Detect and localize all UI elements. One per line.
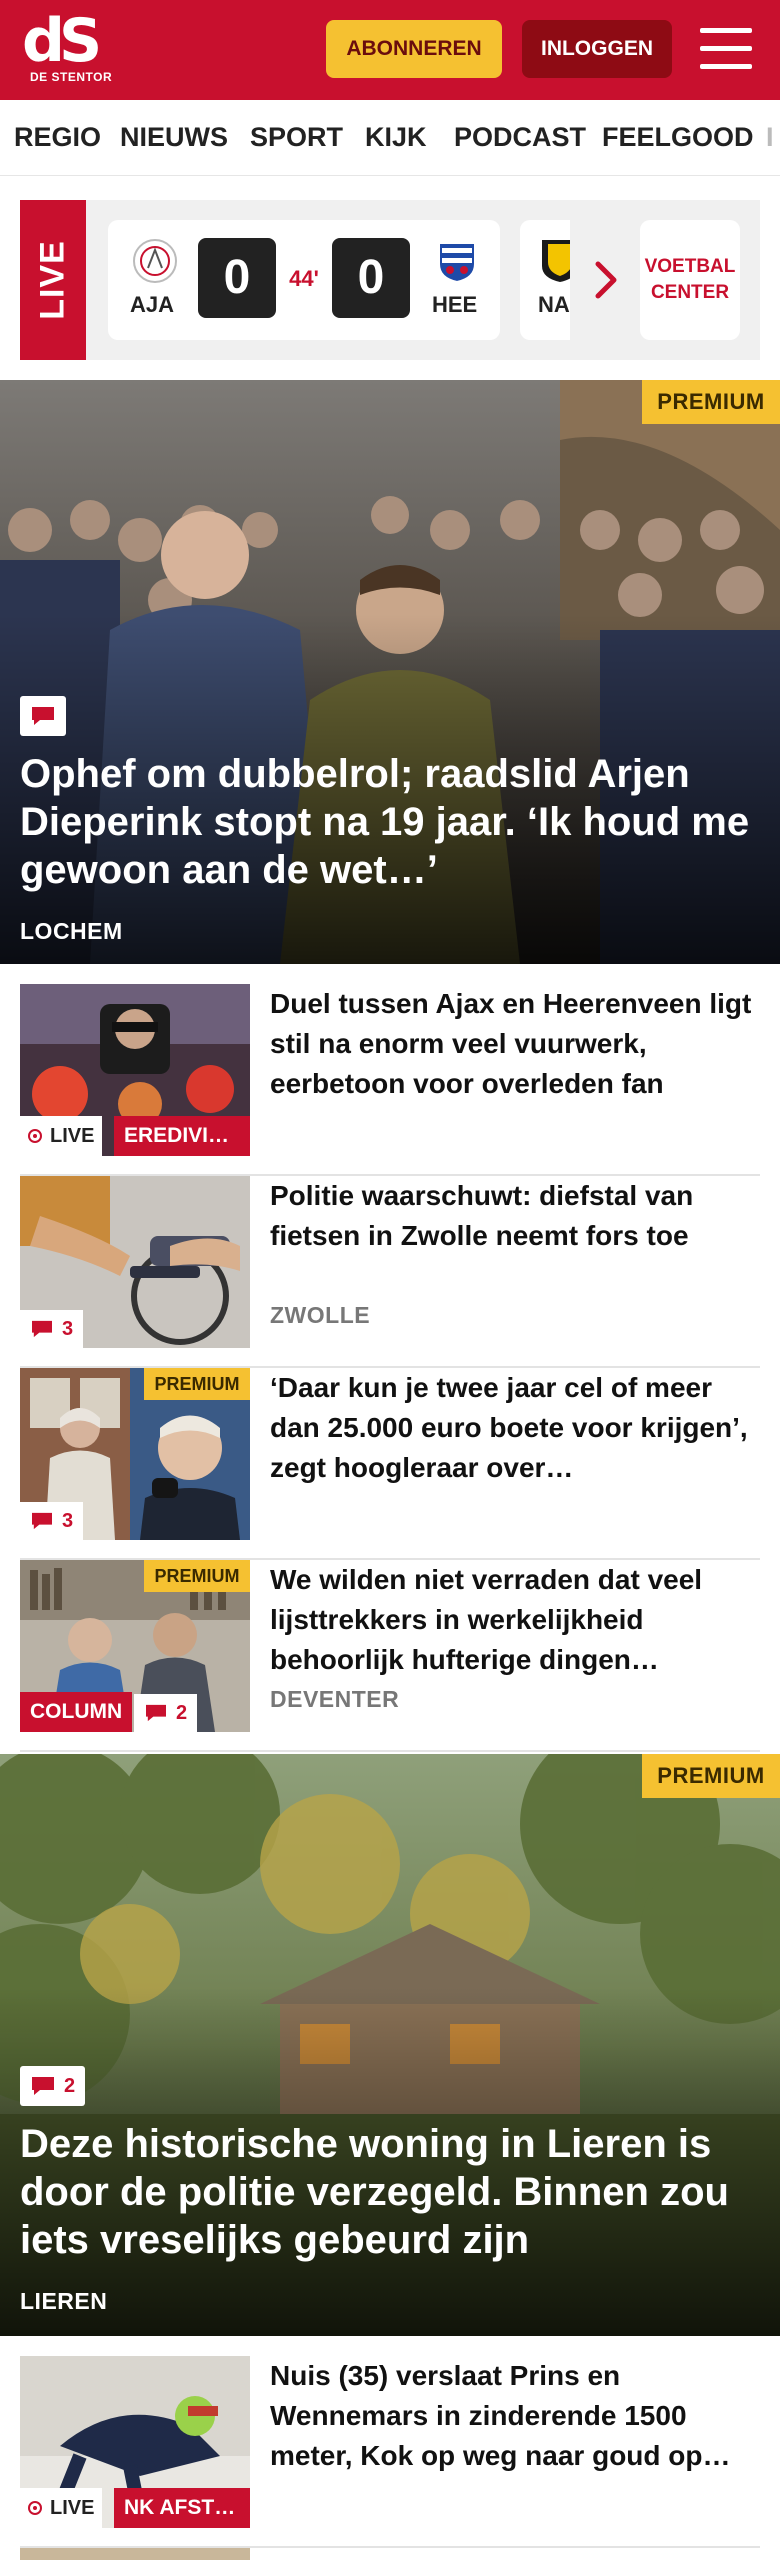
comment-badge: 3 [20,1502,84,1540]
voetbal-center-button[interactable]: VOETBAL CENTER [640,220,740,340]
comment-count: 2 [176,1701,188,1724]
comment-icon [32,707,54,725]
article-thumbnail: LIVE EREDIVI… [20,984,250,1156]
heerenveen-crest-icon [438,242,476,284]
article-row[interactable]: PREMIUM 3 ‘Daar kun je twee jaar cel of … [20,1368,760,1560]
comment-icon [146,1704,166,1722]
nav-item-kijk[interactable]: KIJK [365,122,427,153]
article-thumbnail: 3 [20,1176,250,1348]
live-match-card[interactable]: AJA 0 44' 0 HEE [108,220,500,340]
article-title[interactable]: We wilden niet verraden dat veel lijsttr… [270,1560,760,1680]
comment-icon [32,1320,52,1338]
hamburger-line [700,46,752,51]
next-article-thumbnail [20,2548,250,2560]
article-location: DEVENTER [270,1686,400,1712]
premium-badge: PREMIUM [642,1754,780,1798]
live-label: LIVE [20,200,86,360]
hero-title[interactable]: Ophef om dubbelrol; raadslid Arjen Diepe… [20,750,760,894]
article-row[interactable]: PREMIUM COLUMN 2 We wilden niet verraden… [20,1560,760,1752]
home-score: 0 [198,238,276,318]
away-score: 0 [332,238,410,318]
live-indicator: LIVE [20,2488,103,2528]
live-text: LIVE [50,2496,95,2519]
hero-location: LIEREN [20,2288,108,2314]
comment-count: 3 [62,1317,74,1340]
category-badge: COLUMN [20,1692,133,1732]
article-row[interactable]: LIVE NK AFST… Nuis (35) verslaat Prins e… [20,2356,760,2548]
hamburger-menu-icon[interactable] [700,24,754,74]
nav-item-feelgood[interactable]: FEELGOOD [602,122,754,153]
nav-item-podcast[interactable]: PODCAST [454,122,586,153]
category-badge: EREDIVI… [114,1116,250,1156]
hero-location: LOCHEM [20,918,123,944]
nav-item-regio[interactable]: REGIO [14,122,101,153]
article-title[interactable]: Duel tussen Ajax en Heerenveen ligt stil… [270,984,760,1104]
nav-item-nieuws[interactable]: NIEUWS [120,122,228,153]
article-title[interactable]: Nuis (35) verslaat Prins en Wennemars in… [270,2356,760,2476]
comment-count: 3 [62,1509,74,1532]
site-header: dS DE STENTOR ABONNEREN INLOGGEN [0,0,780,100]
live-text: LIVE [50,1124,95,1147]
comment-icon [32,1512,52,1530]
next-match-card[interactable]: NA [520,220,570,340]
live-scores-bar: LIVE AJA 0 44' 0 HEE NA VOETBAL CENTER [20,200,760,360]
nav-item-sport[interactable]: SPORT [250,122,343,153]
comment-badge [20,696,66,736]
home-team-name: AJA [130,292,175,317]
premium-badge: PREMIUM [144,1368,250,1400]
article-thumbnail: PREMIUM 3 [20,1368,250,1540]
article-location: ZWOLLE [270,1302,371,1328]
comment-badge: 2 [20,2066,86,2106]
next-match-team: NA [538,292,570,317]
match-minute: 44' [289,266,319,291]
hamburger-line [700,28,752,33]
nac-crest-icon [542,240,570,282]
logo-mark: dS [22,6,102,76]
article-title[interactable]: Politie waarschuwt: diefstal van fietsen… [270,1176,760,1256]
article-row[interactable]: LIVE EREDIVI… Duel tussen Ajax en Heeren… [20,984,760,1176]
article-thumbnail: PREMIUM COLUMN 2 [20,1560,250,1732]
hero-title[interactable]: Deze historische woning in Lieren is doo… [20,2120,760,2264]
site-logo[interactable]: dS DE STENTOR [22,10,122,90]
main-nav: REGIO NIEUWS SPORT KIJK PODCAST FEELGOOD… [0,100,780,176]
article-thumbnail: LIVE NK AFST… [20,2356,250,2528]
article-row[interactable]: 3 Politie waarschuwt: diefstal van fiets… [20,1176,760,1368]
premium-badge: PREMIUM [642,380,780,424]
chevron-right-icon[interactable] [592,260,622,300]
comment-badge: 2 [134,1694,198,1732]
comment-badge: 3 [20,1310,84,1348]
away-team-name: HEE [432,292,478,317]
comment-icon [32,2077,54,2095]
live-dot-icon [28,1129,42,1143]
hamburger-line [700,64,752,69]
subscribe-button[interactable]: ABONNEREN [326,20,502,78]
article-title[interactable]: ‘Daar kun je twee jaar cel of meer dan 2… [270,1368,760,1488]
live-indicator: LIVE [20,1116,103,1156]
live-dot-icon [28,2501,42,2515]
category-badge: NK AFST… [114,2488,250,2528]
hero-article[interactable]: PREMIUM 2 Deze historische woning in Lie… [0,1754,780,2336]
premium-badge: PREMIUM [144,1560,250,1592]
login-button[interactable]: INLOGGEN [522,20,672,78]
ajax-crest-icon [133,239,177,283]
hero-article[interactable]: PREMIUM Ophef om dubbelrol; raadslid Arj… [0,380,780,964]
nav-item-overflow[interactable]: I [766,122,774,153]
live-label-text: LIVE [33,240,72,320]
logo-text: DE STENTOR [30,70,113,84]
comment-count: 2 [64,2074,76,2097]
